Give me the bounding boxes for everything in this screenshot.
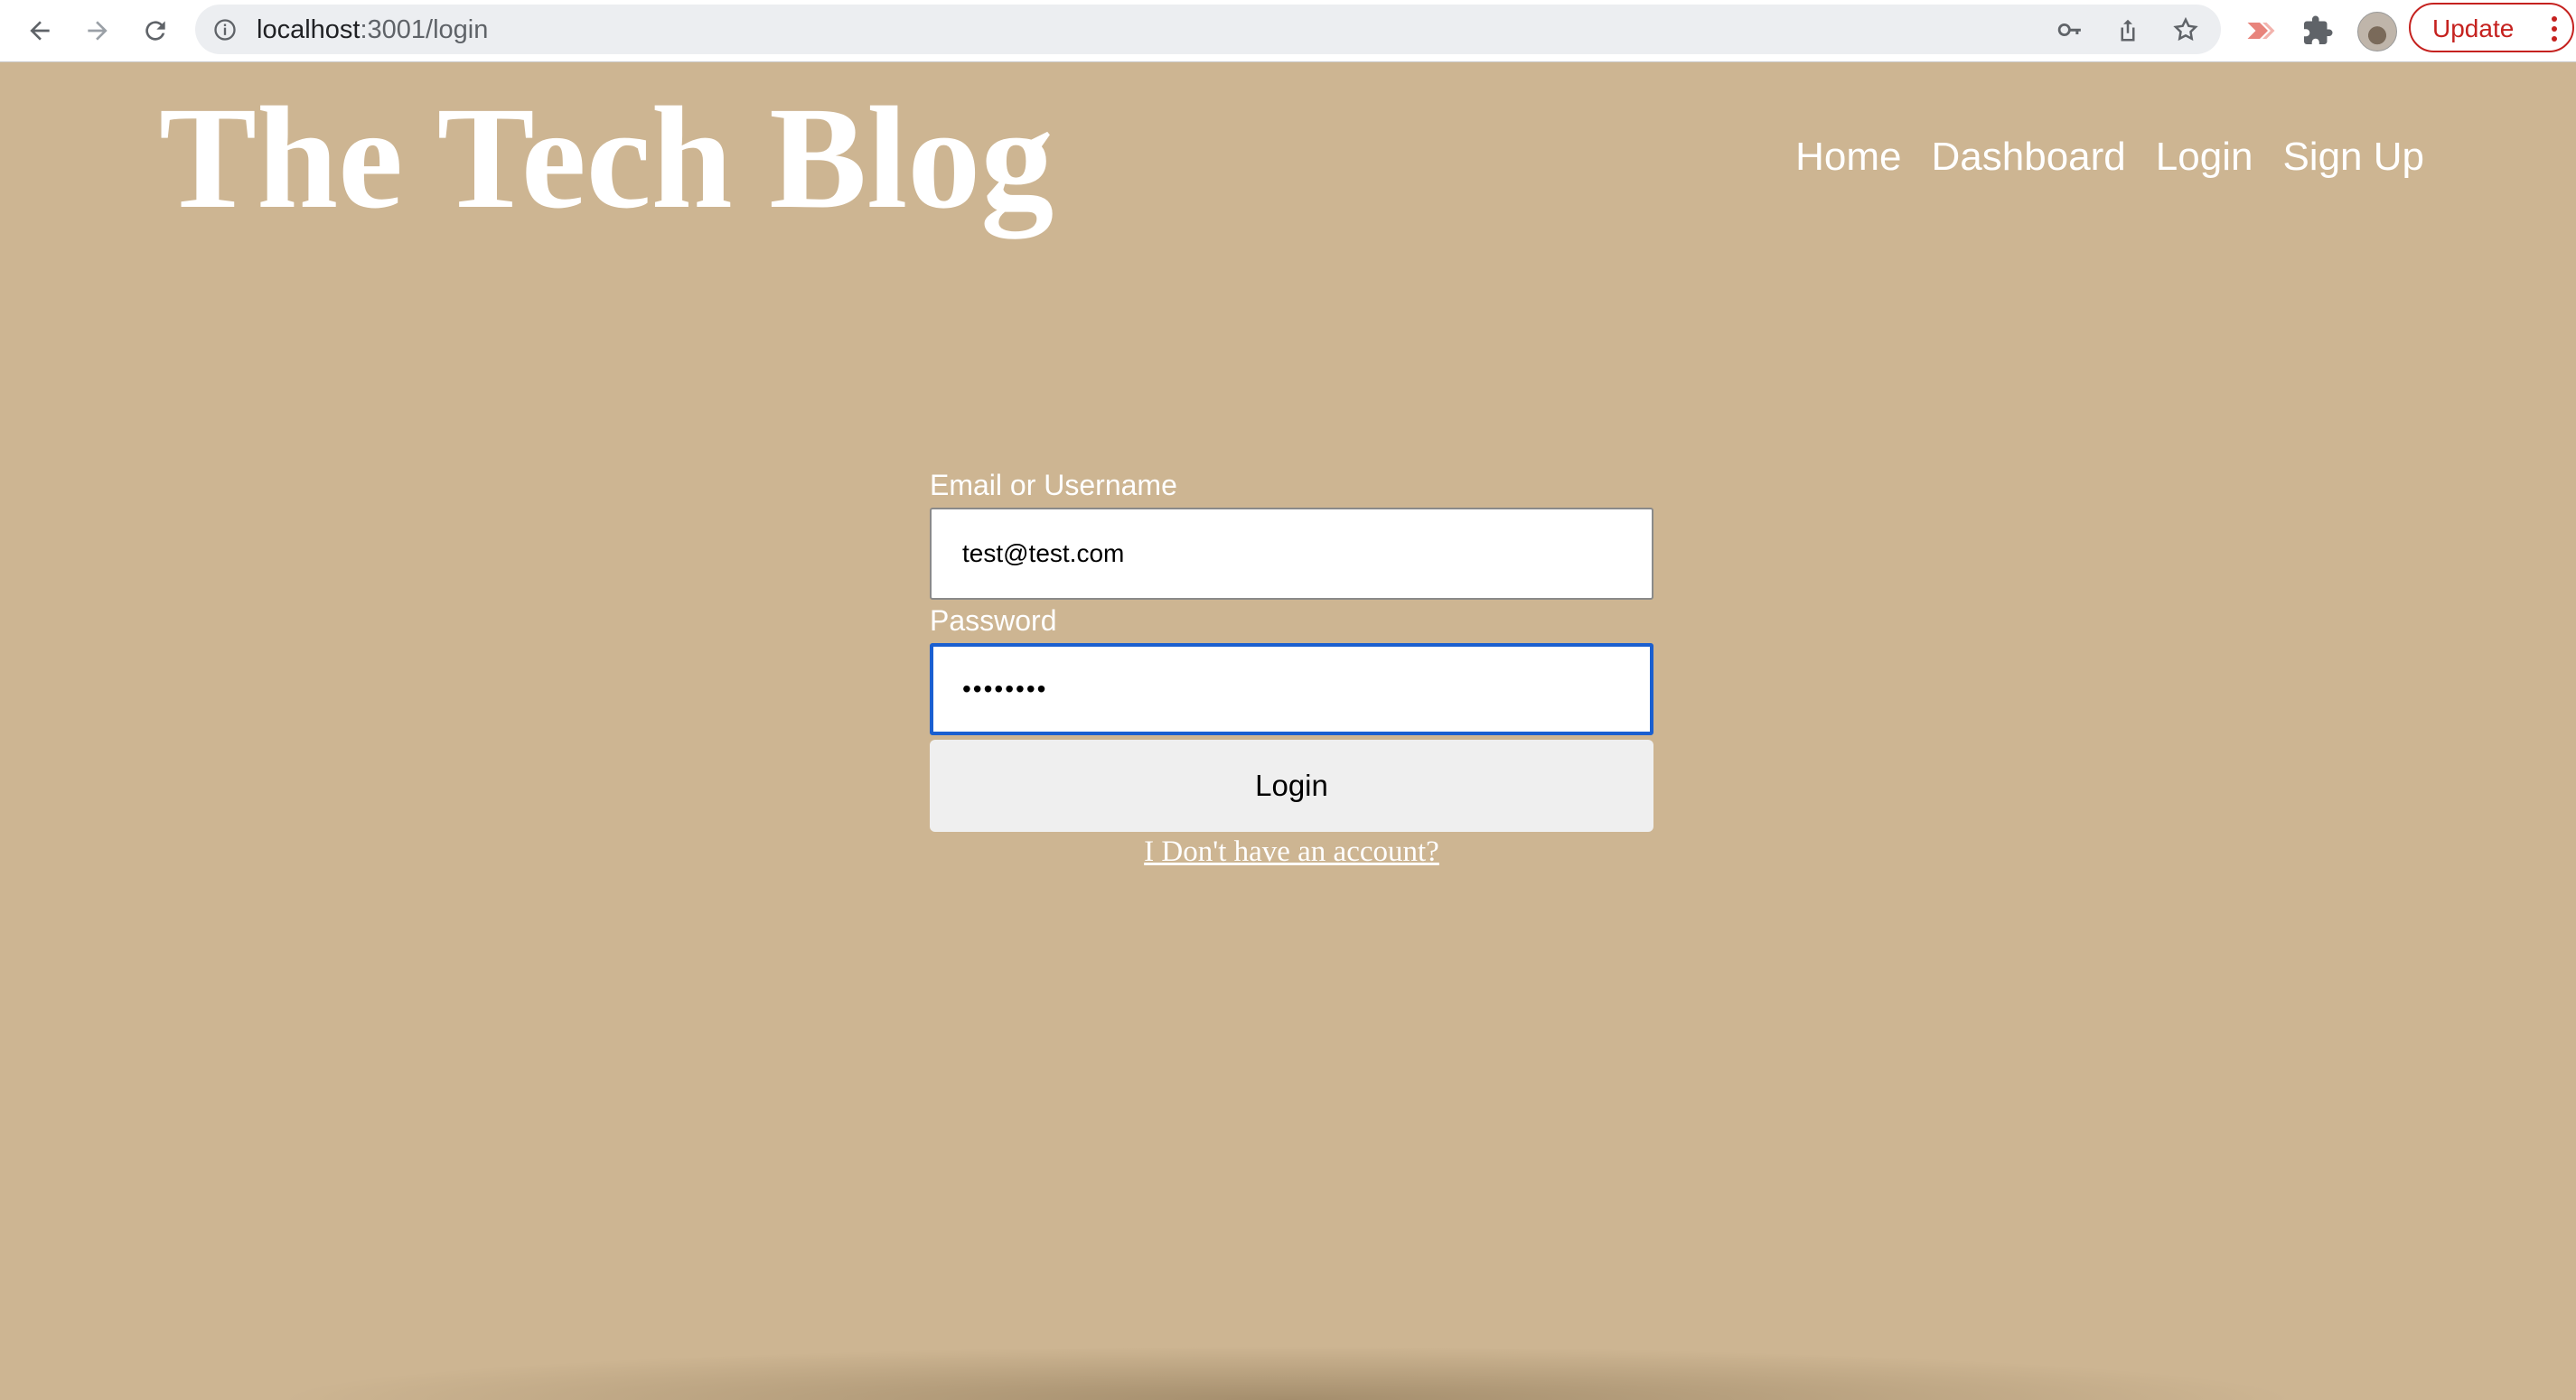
update-button[interactable]: Update [2409,3,2574,52]
url-text[interactable]: localhost:3001/login [257,16,488,43]
browser-toolbar: localhost:3001/login Update [0,0,2576,62]
extensions-icon[interactable] [2301,14,2334,47]
back-icon[interactable] [20,11,60,51]
url-host: localhost [257,15,361,44]
main-nav: Home Dashboard Login Sign Up [1795,134,2424,181]
password-field[interactable] [930,643,1653,735]
star-icon[interactable] [2172,16,2199,43]
nav-signup-link[interactable]: Sign Up [2282,134,2424,181]
nav-login-link[interactable]: Login [2156,134,2253,181]
password-label: Password [930,604,1057,637]
media-icon[interactable] [2243,14,2276,47]
site-title: The Tech Blog [159,78,1054,239]
email-field[interactable] [930,508,1653,600]
share-icon[interactable] [2114,16,2141,43]
key-icon[interactable] [2056,16,2084,43]
profile-avatar[interactable] [2357,12,2397,51]
address-bar[interactable]: localhost:3001/login [195,5,2221,54]
menu-dots-icon[interactable] [2551,15,2558,42]
email-label: Email or Username [930,469,1177,501]
nav-dashboard-link[interactable]: Dashboard [1932,134,2126,181]
nav-home-link[interactable]: Home [1795,134,1901,181]
login-form: Email or Username Password Login I Don't… [930,468,1653,870]
update-label: Update [2432,14,2515,42]
forward-icon[interactable] [78,11,117,51]
login-button[interactable]: Login [930,740,1653,832]
footer-shadow [271,1346,2304,1400]
signup-link[interactable]: I Don't have an account? [930,834,1653,870]
url-path: :3001/login [360,15,489,44]
reload-icon[interactable] [136,11,175,51]
info-icon[interactable] [212,17,238,42]
